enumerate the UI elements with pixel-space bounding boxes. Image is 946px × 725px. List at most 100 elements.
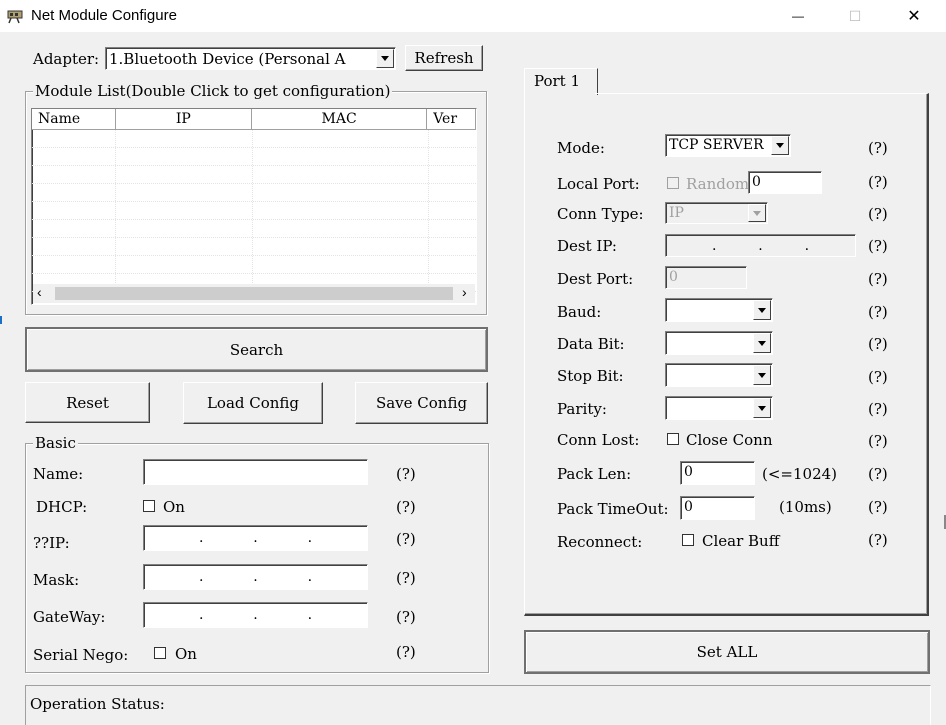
- ip-help[interactable]: (?): [396, 530, 416, 548]
- table-row[interactable]: [32, 130, 476, 148]
- reconnect-help[interactable]: (?): [868, 531, 888, 549]
- refresh-button[interactable]: Refresh: [405, 45, 483, 71]
- set-all-button[interactable]: Set ALL: [524, 630, 930, 674]
- stop-bit-select[interactable]: [665, 363, 773, 387]
- conn-lost-help[interactable]: (?): [868, 432, 888, 450]
- chevron-down-icon[interactable]: [753, 300, 771, 320]
- search-button[interactable]: Search: [25, 327, 488, 372]
- pack-len-hint: (<=1024): [762, 465, 838, 483]
- chevron-down-icon[interactable]: [753, 365, 771, 385]
- horizontal-scrollbar[interactable]: ‹ ›: [33, 284, 475, 303]
- adapter-select[interactable]: 1.Bluetooth Device (Personal A: [105, 47, 396, 70]
- column-ip[interactable]: IP: [115, 109, 253, 129]
- gateway-field[interactable]: ...: [143, 602, 368, 628]
- table-row[interactable]: [32, 166, 476, 184]
- random-checkbox[interactable]: [667, 177, 679, 189]
- local-port-input[interactable]: 0: [748, 171, 822, 194]
- conn-type-help[interactable]: (?): [868, 205, 888, 223]
- tab-port-1[interactable]: Port 1: [524, 68, 598, 95]
- close-button[interactable]: ✕: [891, 0, 937, 32]
- table-row[interactable]: [32, 184, 476, 202]
- ip-field[interactable]: ...: [143, 525, 368, 551]
- dest-ip-help[interactable]: (?): [868, 237, 888, 255]
- baud-help[interactable]: (?): [868, 303, 888, 321]
- conn-type-select[interactable]: IP: [665, 202, 768, 224]
- chevron-down-icon[interactable]: [771, 136, 789, 155]
- reset-button[interactable]: Reset: [25, 382, 150, 423]
- stop-bit-label: Stop Bit:: [557, 367, 624, 385]
- close-conn-checkbox[interactable]: [667, 433, 679, 445]
- mask-field[interactable]: ...: [143, 564, 368, 590]
- chevron-down-icon[interactable]: [753, 333, 771, 353]
- dhcp-checkbox[interactable]: [143, 500, 155, 512]
- pack-timeout-input[interactable]: 0: [680, 496, 755, 520]
- scrollbar-thumb[interactable]: [55, 287, 453, 300]
- conn-type-label: Conn Type:: [557, 205, 644, 223]
- local-port-help[interactable]: (?): [868, 173, 888, 191]
- serial-nego-checkbox[interactable]: [154, 647, 166, 659]
- mask-help[interactable]: (?): [396, 569, 416, 587]
- column-name[interactable]: Name: [32, 109, 116, 129]
- mode-help[interactable]: (?): [868, 139, 888, 157]
- chevron-down-icon[interactable]: [748, 204, 766, 222]
- dhcp-label: DHCP:: [36, 498, 88, 516]
- clear-buff-label: Clear Buff: [702, 532, 780, 550]
- parity-select[interactable]: [665, 396, 773, 420]
- close-conn-label: Close Conn: [686, 431, 773, 449]
- save-config-button[interactable]: Save Config: [355, 382, 488, 424]
- dhcp-on-label: On: [163, 498, 185, 516]
- minimize-button[interactable]: —: [775, 0, 821, 32]
- stop-bit-help[interactable]: (?): [868, 368, 888, 386]
- pack-len-input[interactable]: 0: [680, 461, 755, 485]
- name-label: Name:: [33, 465, 84, 483]
- scroll-right-icon[interactable]: ›: [462, 284, 467, 300]
- table-row[interactable]: [32, 148, 476, 166]
- scroll-left-icon[interactable]: ‹: [37, 284, 42, 300]
- table-row[interactable]: [32, 238, 476, 256]
- maximize-button[interactable]: ☐: [832, 0, 878, 32]
- dest-ip-field[interactable]: ...: [665, 234, 856, 257]
- table-row[interactable]: [32, 256, 476, 274]
- column-mac[interactable]: MAC: [252, 109, 428, 129]
- column-ver[interactable]: Ver: [427, 109, 476, 129]
- table-row[interactable]: [32, 202, 476, 220]
- clear-buff-checkbox[interactable]: [682, 534, 694, 546]
- data-bit-label: Data Bit:: [557, 335, 625, 353]
- dest-port-value: 0: [669, 269, 678, 285]
- chevron-down-icon[interactable]: [753, 398, 771, 418]
- local-port-value: 0: [752, 174, 761, 190]
- data-bit-select[interactable]: [665, 331, 773, 355]
- data-bit-help[interactable]: (?): [868, 335, 888, 353]
- window-edge-mark: [0, 316, 2, 324]
- serial-nego-help[interactable]: (?): [396, 643, 416, 661]
- parity-help[interactable]: (?): [868, 400, 888, 418]
- serial-nego-on-label: On: [175, 645, 197, 663]
- table-row[interactable]: [32, 220, 476, 238]
- baud-select[interactable]: [665, 298, 773, 322]
- name-help[interactable]: (?): [396, 465, 416, 483]
- tab-join: [525, 92, 595, 94]
- module-list[interactable]: Name IP MAC Ver ‹ ›: [31, 108, 477, 305]
- window-title: Net Module Configure: [31, 7, 177, 24]
- mode-select[interactable]: TCP SERVER: [665, 134, 791, 157]
- load-config-button[interactable]: Load Config: [183, 382, 323, 424]
- chevron-down-icon[interactable]: [376, 49, 394, 68]
- dest-ip-dots: ...: [711, 237, 810, 254]
- mask-label: Mask:: [33, 571, 80, 589]
- dest-port-input[interactable]: 0: [665, 266, 747, 289]
- dest-port-help[interactable]: (?): [868, 270, 888, 288]
- conn-type-value: IP: [669, 205, 684, 221]
- name-input[interactable]: [143, 459, 368, 485]
- random-label: Random: [686, 175, 750, 193]
- mask-dots: ...: [198, 569, 313, 585]
- conn-lost-label: Conn Lost:: [557, 431, 640, 449]
- gateway-help[interactable]: (?): [396, 608, 416, 626]
- pack-len-help[interactable]: (?): [868, 465, 888, 483]
- dhcp-help[interactable]: (?): [396, 498, 416, 516]
- module-list-body: [32, 130, 476, 292]
- pack-len-value: 0: [684, 464, 693, 480]
- status-label: Operation Status:: [30, 695, 165, 713]
- tab-port-1-label: Port 1: [534, 72, 581, 90]
- pack-timeout-help[interactable]: (?): [868, 498, 888, 516]
- dest-ip-label: Dest IP:: [557, 237, 617, 255]
